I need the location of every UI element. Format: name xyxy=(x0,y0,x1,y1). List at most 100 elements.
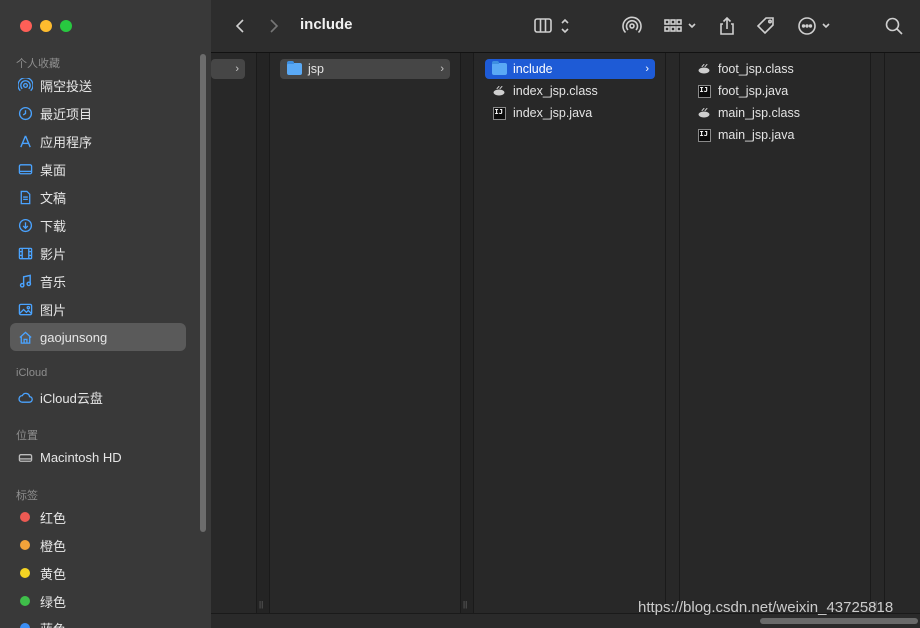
film-icon xyxy=(17,245,33,261)
disk-icon xyxy=(17,449,33,465)
sidebar-item-label: 红色 xyxy=(40,510,67,526)
sidebar-item-airdrop[interactable]: 隔空投送 xyxy=(10,71,186,99)
column-resize-grip[interactable]: || xyxy=(259,600,263,609)
file-name: index_jsp.java xyxy=(513,106,593,120)
sidebar-tag-red[interactable]: 红色 xyxy=(10,503,186,531)
airdrop-icon xyxy=(622,16,642,34)
maximize-window-button[interactable] xyxy=(60,20,72,32)
tags-header: 标签 xyxy=(16,490,38,502)
sidebar-item-label: 最近项目 xyxy=(40,106,93,122)
photo-icon xyxy=(17,301,33,317)
list-item-folder-include[interactable]: include › xyxy=(485,59,655,79)
list-item-file[interactable]: IJ foot_jsp.java xyxy=(690,81,860,101)
list-item-file[interactable]: main_jsp.class xyxy=(690,103,860,123)
finder-window: 个人收藏 隔空投送 最近项目 应用程序 桌面 文稿 下载 影片 音乐 图片 ga… xyxy=(0,0,920,628)
sidebar: 个人收藏 隔空投送 最近项目 应用程序 桌面 文稿 下载 影片 音乐 图片 ga… xyxy=(0,0,211,628)
column-divider-line xyxy=(665,53,666,613)
tag-orange-dot-icon xyxy=(20,540,30,550)
window-title: include xyxy=(300,16,353,33)
group-button[interactable] xyxy=(663,14,701,38)
ellipsis-circle-icon xyxy=(798,17,830,35)
tag-green-dot-icon xyxy=(20,596,30,606)
sidebar-tag-green[interactable]: 绿色 xyxy=(10,587,186,615)
intellij-file-icon: IJ xyxy=(491,105,507,121)
sidebar-item-label: 蓝色 xyxy=(40,619,66,628)
sidebar-item-desktop[interactable]: 桌面 xyxy=(10,155,186,183)
sidebar-item-home[interactable]: gaojunsong xyxy=(10,323,186,351)
desktop-icon xyxy=(17,161,33,177)
file-name: foot_jsp.class xyxy=(718,62,794,76)
sidebar-tag-orange[interactable]: 橙色 xyxy=(10,531,186,559)
folder-icon xyxy=(491,61,507,77)
java-coffee-icon xyxy=(491,83,507,99)
sidebar-item-label: 音乐 xyxy=(40,274,67,290)
watermark: https://blog.csdn.net/weixin_43725818 xyxy=(638,599,894,616)
column-divider[interactable] xyxy=(256,53,270,613)
intellij-file-icon: IJ xyxy=(696,83,712,99)
sidebar-item-label: 图片 xyxy=(40,302,67,318)
sidebar-item-music[interactable]: 音乐 xyxy=(10,267,186,295)
download-icon xyxy=(17,217,33,233)
sidebar-item-label: 桌面 xyxy=(40,162,67,178)
view-mode-button[interactable] xyxy=(533,14,573,38)
chevron-left-icon xyxy=(235,19,244,33)
cloud-icon xyxy=(17,389,33,405)
sidebar-item-recents[interactable]: 最近项目 xyxy=(10,99,186,127)
chevron-right-icon: › xyxy=(645,63,649,75)
sidebar-item-macintosh-hd[interactable]: Macintosh HD xyxy=(10,443,186,471)
sidebar-item-label: 隔空投送 xyxy=(40,78,93,94)
list-item-file[interactable]: index_jsp.class xyxy=(485,81,655,101)
horizontal-scrollbar[interactable] xyxy=(760,618,918,624)
sidebar-item-applications[interactable]: 应用程序 xyxy=(10,127,186,155)
folder-icon xyxy=(286,61,302,77)
list-item-file[interactable]: foot_jsp.class xyxy=(690,59,860,79)
list-item-file[interactable]: IJ index_jsp.java xyxy=(485,103,655,123)
more-actions-button[interactable] xyxy=(796,14,836,38)
locations-header: 位置 xyxy=(16,430,38,442)
file-name: main_jsp.class xyxy=(718,106,800,120)
sidebar-item-downloads[interactable]: 下载 xyxy=(10,211,186,239)
sidebar-tag-blue[interactable]: 蓝色 xyxy=(10,614,186,628)
list-item-folder-jsp[interactable]: jsp › xyxy=(280,59,450,79)
file-name: foot_jsp.java xyxy=(718,84,789,98)
toolbar: include xyxy=(211,0,920,53)
sidebar-item-label: iCloud云盘 xyxy=(40,390,103,406)
home-icon xyxy=(17,329,33,345)
column1-selected-row[interactable]: › xyxy=(211,59,245,79)
column-divider[interactable] xyxy=(460,53,474,613)
column-browser: › jsp › include › index_jsp.class IJ ind… xyxy=(211,53,920,628)
back-button[interactable] xyxy=(231,14,249,38)
sidebar-item-label: 下载 xyxy=(40,218,67,234)
sidebar-scrollbar[interactable] xyxy=(200,54,206,532)
list-item-file[interactable]: IJ main_jsp.java xyxy=(690,125,860,145)
sidebar-tag-yellow[interactable]: 黄色 xyxy=(10,559,186,587)
file-name: include xyxy=(513,62,553,76)
tag-yellow-dot-icon xyxy=(20,568,30,578)
icloud-header: iCloud xyxy=(16,367,48,379)
share-button[interactable] xyxy=(717,14,737,38)
sidebar-item-label: 应用程序 xyxy=(40,134,93,150)
close-window-button[interactable] xyxy=(20,20,32,32)
forward-button[interactable] xyxy=(265,14,283,38)
tag-button[interactable] xyxy=(755,14,777,38)
column-divider-line xyxy=(870,53,871,613)
tag-blue-dot-icon xyxy=(20,623,30,628)
grid-icon xyxy=(664,19,696,32)
search-icon xyxy=(885,17,903,35)
sidebar-item-label: Macintosh HD xyxy=(40,449,122,465)
chevron-right-icon: › xyxy=(235,63,239,75)
sidebar-item-movies[interactable]: 影片 xyxy=(10,239,186,267)
airdrop-button[interactable] xyxy=(621,14,643,38)
sidebar-item-documents[interactable]: 文稿 xyxy=(10,183,186,211)
sidebar-item-icloud-drive[interactable]: iCloud云盘 xyxy=(10,383,186,411)
column-resize-grip[interactable]: || xyxy=(463,600,467,609)
minimize-window-button[interactable] xyxy=(40,20,52,32)
chevron-right-icon: › xyxy=(440,63,444,75)
sidebar-item-pictures[interactable]: 图片 xyxy=(10,295,186,323)
sidebar-item-label: 影片 xyxy=(40,246,67,262)
search-button[interactable] xyxy=(883,14,905,38)
document-icon xyxy=(17,189,33,205)
file-name: main_jsp.java xyxy=(718,128,795,142)
favorites-header: 个人收藏 xyxy=(16,58,60,70)
column-divider-line xyxy=(679,53,680,613)
